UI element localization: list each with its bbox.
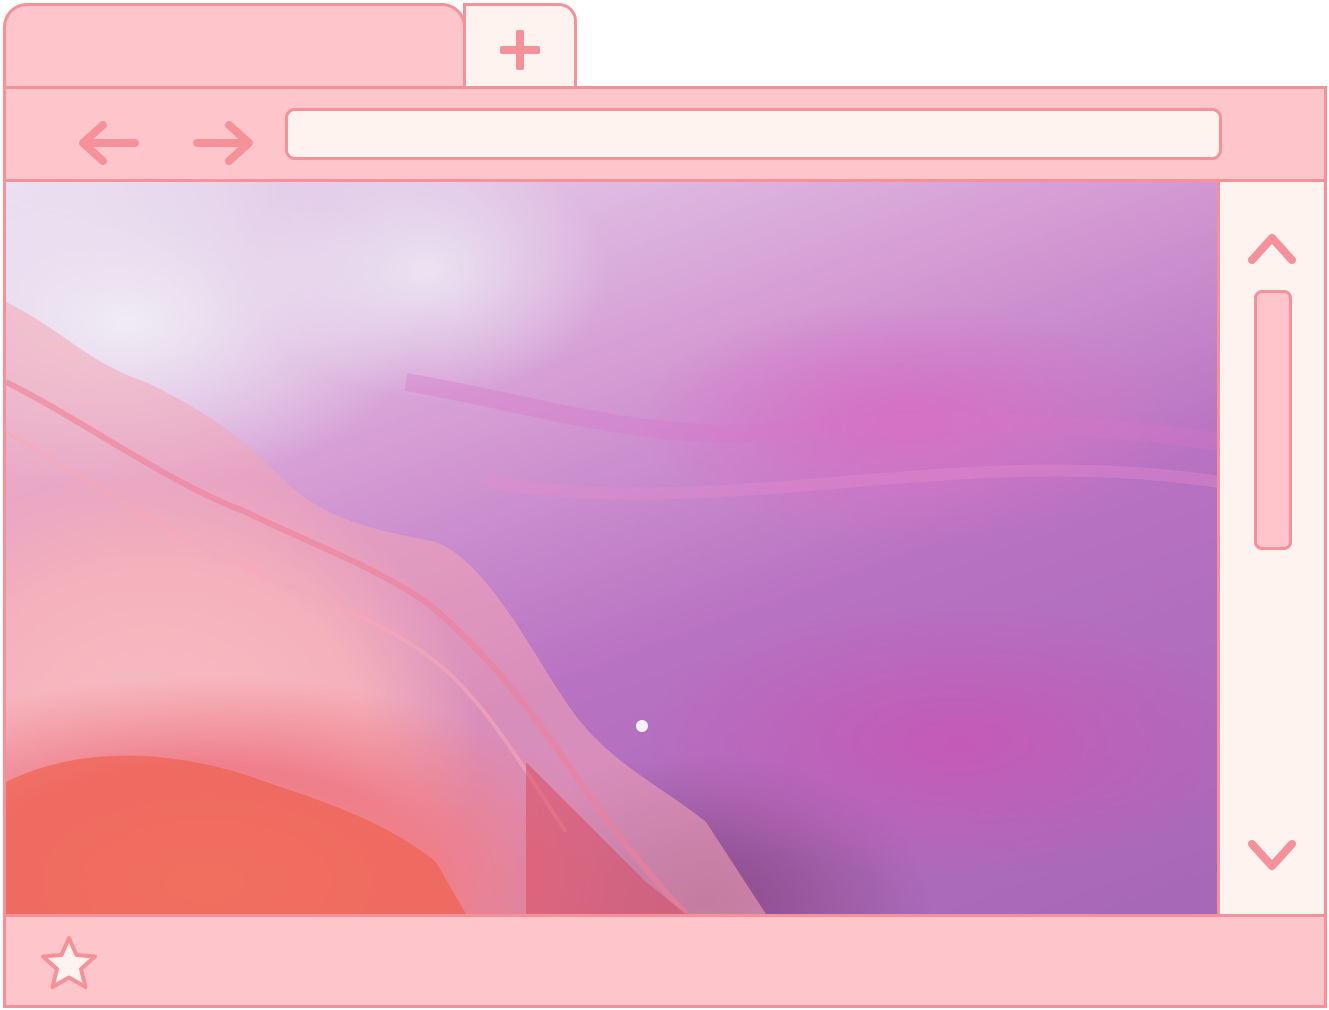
scroll-up-button[interactable] xyxy=(1244,220,1300,276)
arrow-left-icon xyxy=(79,121,139,165)
chevron-down-icon xyxy=(1248,840,1296,870)
browser-tab[interactable] xyxy=(3,3,466,93)
bookmark-button[interactable] xyxy=(34,931,104,997)
vertical-scrollbar[interactable] xyxy=(1217,182,1327,914)
chevron-up-icon xyxy=(1248,234,1296,264)
new-tab-button[interactable] xyxy=(463,3,577,93)
address-bar[interactable] xyxy=(285,108,1222,160)
page-content-image xyxy=(3,182,1217,914)
star-icon xyxy=(41,936,97,989)
browser-status-bar xyxy=(3,914,1327,1008)
scrollbar-thumb[interactable] xyxy=(1254,290,1292,550)
back-button[interactable] xyxy=(72,115,144,171)
browser-toolbar xyxy=(3,86,1327,182)
plus-icon xyxy=(500,29,540,70)
fluid-art-image xyxy=(6,302,1217,914)
scroll-down-button[interactable] xyxy=(1244,828,1300,884)
arrow-right-icon xyxy=(193,121,253,165)
forward-button[interactable] xyxy=(188,115,260,171)
